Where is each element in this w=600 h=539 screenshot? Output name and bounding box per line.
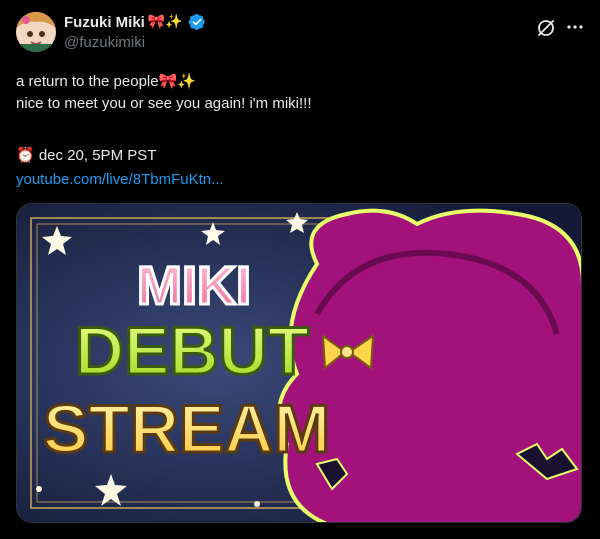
avatar-image [16,12,56,52]
banner-word-debut: DEBUT [75,313,309,389]
verified-badge-icon[interactable] [188,13,206,31]
debut-banner: MIKI DEBUT STREAM [17,204,581,522]
author-handle[interactable]: @fuzukimiki [64,34,145,51]
post: Fuzuki Miki 🎀✨ @fuzukimiki a return to t… [0,0,600,539]
banner-word-stream: STREAM [43,391,330,467]
display-name[interactable]: Fuzuki Miki [64,14,145,31]
name-emojis: 🎀✨ [147,14,183,30]
post-link[interactable]: youtube.com/live/8TbmFuKtn... [16,170,224,190]
more-icon[interactable] [564,16,586,38]
avatar[interactable] [16,12,56,52]
media-image[interactable]: MIKI DEBUT STREAM [16,203,582,523]
post-text-line-1: a return to the people🎀✨ [16,73,196,90]
post-text-line-2: nice to meet you or see you again! i'm m… [16,95,312,112]
grok-icon[interactable] [536,18,556,38]
banner-word-miki: MIKI [137,256,251,316]
post-text-line-3: ⏰ dec 20, 5PM PST [16,147,157,164]
author-name-row[interactable]: Fuzuki Miki 🎀✨ [64,13,206,31]
